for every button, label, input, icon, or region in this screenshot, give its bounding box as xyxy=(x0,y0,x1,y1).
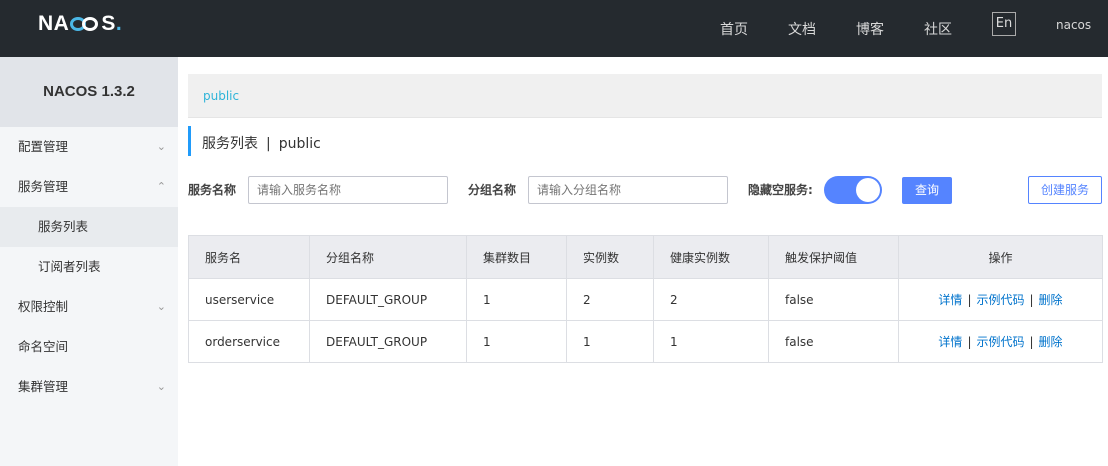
cell-service-name: orderservice xyxy=(188,320,310,363)
chevron-down-icon: ⌄ xyxy=(156,380,166,393)
sidebar-item-label: 配置管理 xyxy=(18,139,69,154)
sidebar-item-permissions[interactable]: 权限控制 ⌄ xyxy=(0,287,178,327)
cell-cluster-count: 1 xyxy=(466,278,567,321)
table-row: orderservice DEFAULT_GROUP 1 1 1 false 详… xyxy=(188,320,1103,363)
user-menu[interactable]: nacos xyxy=(1056,0,1091,57)
sidebar: NACOS 1.3.2 配置管理 ⌄ 服务管理 ⌃ 服务列表 订阅者列表 权限控… xyxy=(0,57,178,466)
action-separator: | xyxy=(967,293,972,307)
cell-instance-count: 2 xyxy=(566,278,654,321)
logo-rings-icon xyxy=(70,17,100,31)
cell-group-name: DEFAULT_GROUP xyxy=(309,320,467,363)
nav-blog-label[interactable]: 博客 xyxy=(856,19,884,39)
column-header: 服务名 xyxy=(188,235,310,279)
cell-threshold: false xyxy=(768,278,899,321)
delete-link[interactable]: 删除 xyxy=(1039,293,1063,307)
sidebar-item-service[interactable]: 服务管理 ⌃ xyxy=(0,167,178,207)
logo-dot: . xyxy=(115,12,123,35)
create-service-button[interactable]: 创建服务 xyxy=(1028,176,1102,204)
sidebar-item-cluster[interactable]: 集群管理 ⌄ xyxy=(0,367,178,407)
sidebar-item-label: 权限控制 xyxy=(18,299,69,314)
cell-cluster-count: 1 xyxy=(466,320,567,363)
action-separator: | xyxy=(967,335,972,349)
service-name-label: 服务名称 xyxy=(188,183,237,197)
sidebar-item-label: 服务列表 xyxy=(38,219,89,234)
action-separator: | xyxy=(1029,335,1034,349)
query-button[interactable]: 查询 xyxy=(902,177,952,204)
language-switch-button[interactable]: En xyxy=(992,12,1016,36)
namespace-link-public[interactable]: public xyxy=(203,74,239,118)
sidebar-item-service-list[interactable]: 服务列表 xyxy=(0,207,178,247)
column-header: 触发保护阈值 xyxy=(768,235,899,279)
namespace-bar: public xyxy=(188,74,1102,118)
cell-service-name: userservice xyxy=(188,278,310,321)
hide-empty-label: 隐藏空服务: xyxy=(748,183,813,197)
column-header: 健康实例数 xyxy=(653,235,769,279)
column-header: 集群数目 xyxy=(466,235,567,279)
service-table: 服务名 分组名称 集群数目 实例数 健康实例数 触发保护阈值 操作 userse… xyxy=(188,235,1103,363)
cell-instance-count: 1 xyxy=(566,320,654,363)
service-name-input[interactable] xyxy=(248,176,448,204)
hide-empty-toggle[interactable] xyxy=(824,176,882,204)
toggle-knob xyxy=(856,178,880,202)
sidebar-item-label: 服务管理 xyxy=(18,179,69,194)
delete-link[interactable]: 删除 xyxy=(1039,335,1063,349)
nav-community[interactable]: 社区 xyxy=(924,0,952,57)
sidebar-item-namespace[interactable]: 命名空间 xyxy=(0,327,178,367)
nacos-logo[interactable]: NA S . xyxy=(38,10,122,38)
logo-text-left: NA xyxy=(38,12,70,35)
page-title: 服务列表 | public xyxy=(188,126,321,156)
chevron-down-icon: ⌄ xyxy=(156,140,166,153)
cell-threshold: false xyxy=(768,320,899,363)
cell-healthy-count: 2 xyxy=(653,278,769,321)
cell-group-name: DEFAULT_GROUP xyxy=(309,278,467,321)
sidebar-item-subscribers[interactable]: 订阅者列表 xyxy=(0,247,178,287)
nav-docs[interactable]: 文档 xyxy=(788,0,816,57)
action-separator: | xyxy=(1029,293,1034,307)
cell-actions: 详情 | 示例代码 | 删除 xyxy=(898,278,1103,321)
top-navbar: NA S . 首页 文档 博客 社区 En nacos xyxy=(0,0,1108,57)
chevron-up-icon: ⌃ xyxy=(156,180,166,193)
group-name-input[interactable] xyxy=(528,176,728,204)
sample-code-link[interactable]: 示例代码 xyxy=(976,293,1024,307)
sample-code-link[interactable]: 示例代码 xyxy=(976,335,1024,349)
table-row: userservice DEFAULT_GROUP 1 2 2 false 详情… xyxy=(188,278,1103,321)
detail-link[interactable]: 详情 xyxy=(938,335,962,349)
column-header: 分组名称 xyxy=(309,235,467,279)
sidebar-item-label: 命名空间 xyxy=(18,339,69,354)
table-header-row: 服务名 分组名称 集群数目 实例数 健康实例数 触发保护阈值 操作 xyxy=(188,235,1103,279)
nav-home-label[interactable]: 首页 xyxy=(720,19,748,39)
nav-docs-label[interactable]: 文档 xyxy=(788,19,816,39)
column-header: 实例数 xyxy=(566,235,654,279)
sidebar-item-config[interactable]: 配置管理 ⌄ xyxy=(0,127,178,167)
cell-healthy-count: 1 xyxy=(653,320,769,363)
nav-home[interactable]: 首页 xyxy=(720,0,748,57)
group-name-label: 分组名称 xyxy=(468,183,517,197)
title-separator: | xyxy=(266,136,271,152)
cell-actions: 详情 | 示例代码 | 删除 xyxy=(898,320,1103,363)
sidebar-item-label: 集群管理 xyxy=(18,379,69,394)
logo-text-right: S xyxy=(101,12,116,35)
detail-link[interactable]: 详情 xyxy=(938,293,962,307)
chevron-down-icon: ⌄ xyxy=(156,300,166,313)
page-title-text: 服务列表 xyxy=(202,136,258,152)
sidebar-item-label: 订阅者列表 xyxy=(38,259,101,274)
nav-blog[interactable]: 博客 xyxy=(856,0,884,57)
page-title-namespace: public xyxy=(278,136,321,152)
nav-community-label[interactable]: 社区 xyxy=(924,19,952,39)
column-header: 操作 xyxy=(898,235,1103,279)
sidebar-title: NACOS 1.3.2 xyxy=(0,57,178,127)
